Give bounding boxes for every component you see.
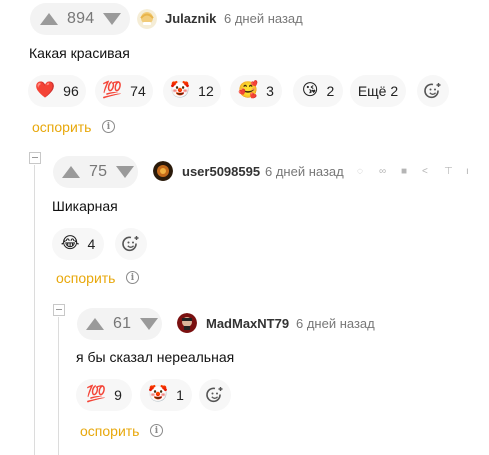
avatar[interactable] bbox=[137, 9, 157, 29]
downvote-arrow-icon[interactable] bbox=[103, 13, 122, 25]
downvote-arrow-icon[interactable] bbox=[140, 318, 159, 330]
timestamp[interactable]: 6 дней назад bbox=[265, 164, 344, 179]
timestamp[interactable]: 6 дней назад bbox=[224, 11, 303, 26]
collapse-thread-button[interactable] bbox=[29, 152, 41, 164]
vote-score: 61 bbox=[113, 315, 132, 332]
kiss-emoji-icon: 😘 bbox=[301, 82, 319, 99]
thread-line[interactable] bbox=[58, 317, 59, 455]
reaction-chip[interactable]: 💯 9 bbox=[76, 379, 132, 411]
author-name[interactable]: MadMaxNT79 bbox=[206, 316, 289, 331]
reaction-count: 12 bbox=[198, 83, 214, 99]
reaction-count: 3 bbox=[266, 83, 274, 99]
reaction-chip[interactable]: 🤡 1 bbox=[140, 379, 192, 411]
more-reactions-label: Ещё 2 bbox=[357, 83, 399, 99]
smiling-hearts-emoji-icon: 🥰 bbox=[238, 82, 259, 99]
vote-score: 894 bbox=[67, 10, 95, 27]
heart-emoji-icon: ❤️ bbox=[35, 82, 56, 99]
reaction-chip[interactable]: 🥰 3 bbox=[230, 75, 282, 107]
clown-emoji-icon: 🤡 bbox=[148, 386, 169, 403]
smiley-plus-icon bbox=[122, 236, 139, 252]
more-reactions-button[interactable]: Ещё 2 bbox=[350, 75, 406, 107]
collapse-thread-button[interactable] bbox=[53, 304, 65, 316]
info-icon[interactable]: i bbox=[150, 424, 163, 437]
laughing-emoji-icon: 😂 bbox=[60, 235, 80, 252]
timestamp[interactable]: 6 дней назад bbox=[296, 316, 375, 331]
add-reaction-button[interactable] bbox=[417, 75, 449, 107]
avatar[interactable] bbox=[177, 313, 197, 333]
reaction-chip[interactable]: 🤡 12 bbox=[163, 75, 221, 107]
reaction-chip[interactable]: ❤️ 96 bbox=[28, 75, 86, 107]
reaction-count: 4 bbox=[87, 236, 96, 252]
upvote-arrow-icon[interactable] bbox=[40, 13, 58, 25]
reaction-count: 9 bbox=[114, 387, 122, 403]
smiley-plus-icon bbox=[424, 83, 441, 99]
thread-line[interactable] bbox=[34, 165, 35, 455]
add-reaction-button[interactable] bbox=[199, 379, 231, 411]
add-reaction-button[interactable] bbox=[115, 228, 147, 260]
reaction-count: 2 bbox=[326, 83, 335, 99]
dispute-link[interactable]: оспорить bbox=[80, 423, 139, 439]
reaction-count: 96 bbox=[63, 83, 79, 99]
reaction-chip[interactable]: 😂 4 bbox=[52, 228, 104, 260]
share-icon[interactable]: < bbox=[422, 166, 428, 178]
info-icon[interactable]: i bbox=[102, 120, 115, 133]
reaction-count: 1 bbox=[176, 387, 184, 403]
rss-icon[interactable]: ◌ bbox=[357, 166, 363, 178]
save-icon[interactable]: ■ bbox=[401, 166, 407, 178]
info-icon[interactable]: i bbox=[126, 271, 139, 284]
comment-text: я бы сказал нереальная bbox=[76, 349, 235, 365]
clown-emoji-icon: 🤡 bbox=[170, 82, 191, 99]
scroll-top-icon[interactable]: ⊤ bbox=[444, 166, 453, 178]
vote-widget: 75 bbox=[53, 156, 138, 188]
hundred-emoji-icon: 💯 bbox=[102, 82, 123, 99]
vote-widget: 894 bbox=[30, 3, 130, 35]
vote-score: 75 bbox=[89, 163, 108, 180]
author-name[interactable]: Julaznik bbox=[165, 11, 216, 26]
reaction-count: 74 bbox=[130, 83, 146, 99]
reaction-chip[interactable]: 😘 2 bbox=[293, 75, 343, 107]
reaction-chip[interactable]: 💯 74 bbox=[95, 75, 153, 107]
comment-text: Шикарная bbox=[52, 198, 118, 214]
vote-widget: 61 bbox=[77, 308, 162, 340]
upvote-arrow-icon[interactable] bbox=[86, 318, 104, 330]
smiley-plus-icon bbox=[206, 387, 223, 403]
upvote-arrow-icon[interactable] bbox=[62, 166, 80, 178]
avatar[interactable] bbox=[153, 161, 173, 181]
hundred-emoji-icon: 💯 bbox=[86, 386, 107, 403]
more-icon[interactable]: ı bbox=[466, 166, 469, 178]
comment-text: Какая красивая bbox=[29, 45, 130, 61]
link-icon[interactable]: ∞ bbox=[379, 166, 386, 178]
dispute-link[interactable]: оспорить bbox=[56, 270, 115, 286]
dispute-link[interactable]: оспорить bbox=[32, 119, 91, 135]
author-name[interactable]: user5098595 bbox=[182, 164, 260, 179]
downvote-arrow-icon[interactable] bbox=[116, 166, 135, 178]
